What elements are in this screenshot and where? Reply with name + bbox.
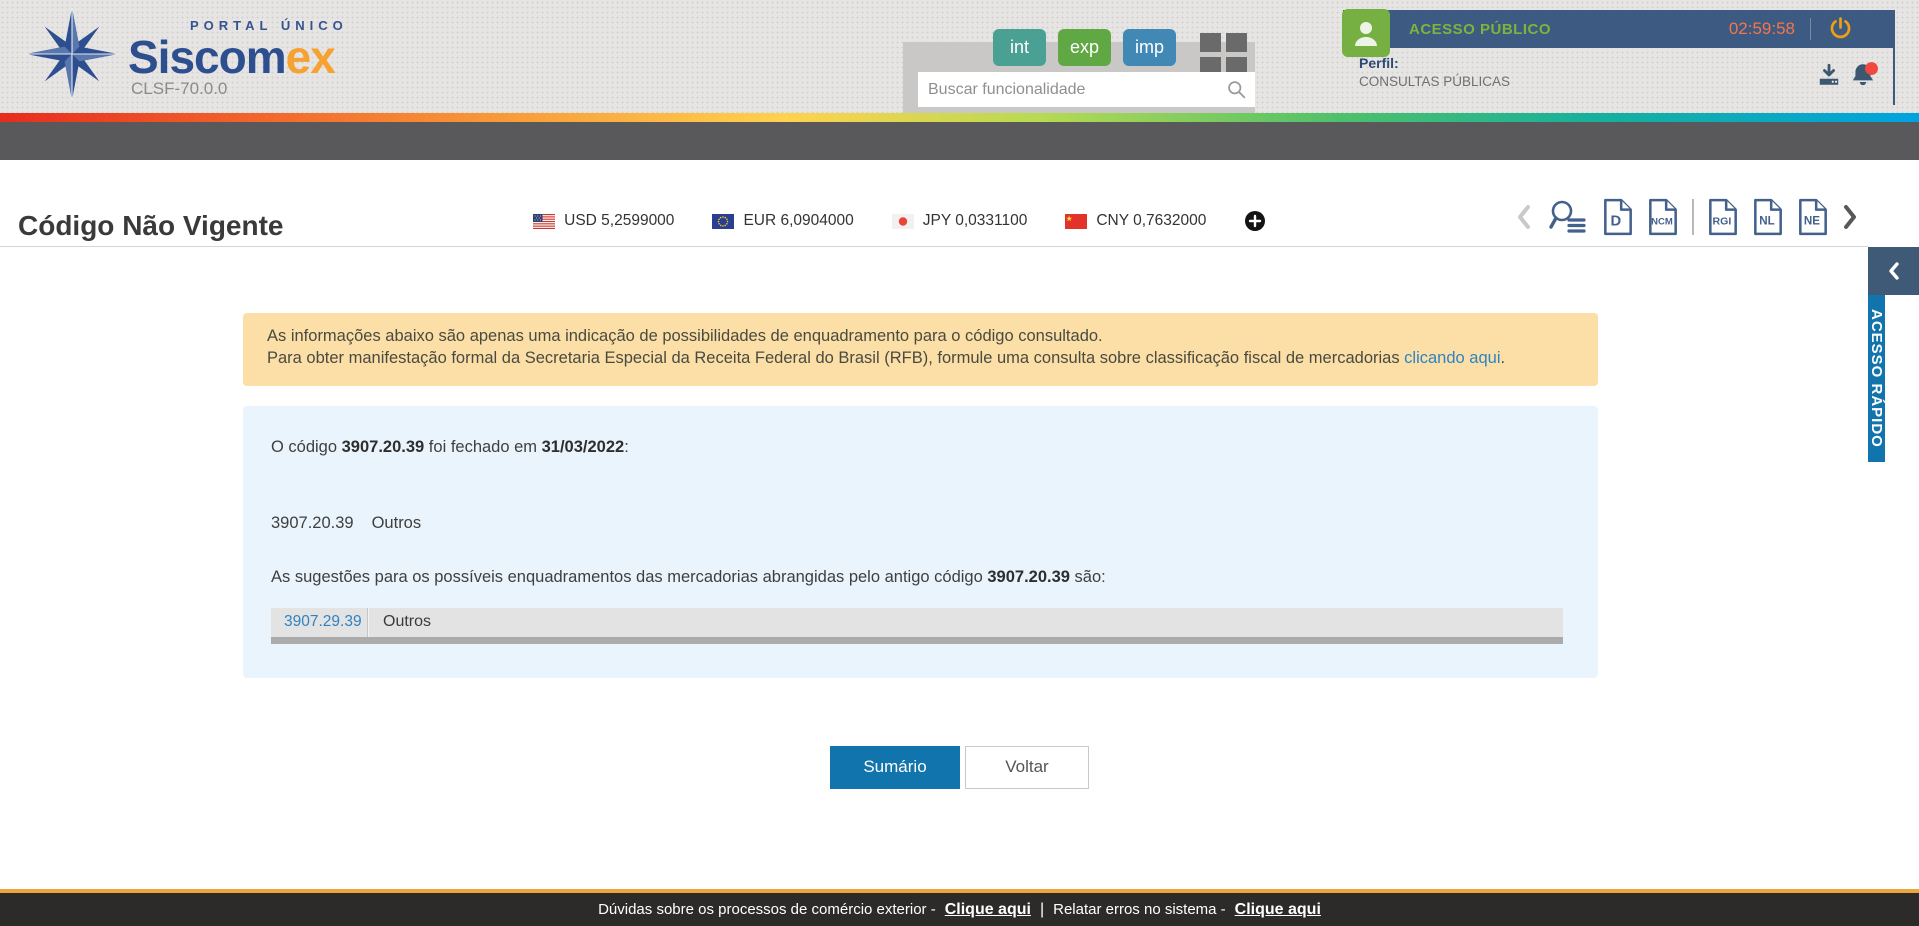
old-code-desc: Outros xyxy=(371,513,422,532)
imp-button[interactable]: imp xyxy=(1123,29,1176,66)
svg-text:NCM: NCM xyxy=(1651,216,1673,227)
main-navbar xyxy=(0,122,1919,160)
closed-code-line: O código 3907.20.39 foi fechado em 31/03… xyxy=(271,437,629,456)
divider: | xyxy=(1039,900,1045,918)
back-button[interactable]: Voltar xyxy=(965,745,1089,789)
quick-access-tab[interactable]: ACESSO RÁPIDO xyxy=(1868,295,1885,462)
doc-ncm-icon[interactable]: NCM xyxy=(1647,198,1679,236)
brand-name: Siscomex xyxy=(128,31,336,83)
search-results-icon[interactable] xyxy=(1545,198,1589,236)
closed-date: 31/03/2022 xyxy=(541,437,625,456)
main-content: Código Não Vigente USD 5,2599000 EUR 6,0… xyxy=(0,160,1919,889)
alert-line1: As informações abaixo são apenas uma ind… xyxy=(267,327,1103,345)
footer-help-link[interactable]: Clique aqui xyxy=(945,901,1031,919)
profile-value: CONSULTAS PÚBLICAS xyxy=(1359,74,1511,89)
divider xyxy=(1692,199,1694,235)
currency-cny[interactable]: CNY 0,7632000 xyxy=(1065,212,1206,230)
search-box xyxy=(918,72,1255,107)
svg-text:NL: NL xyxy=(1759,214,1774,227)
old-code-line: 3907.20.39 Outros xyxy=(271,514,1568,533)
old-code: 3907.20.39 xyxy=(271,513,354,532)
exp-button[interactable]: exp xyxy=(1058,29,1111,66)
suggestion-row: 3907.29.39 Outros xyxy=(271,607,1563,644)
alert-line2: Para obter manifestação formal da Secret… xyxy=(267,348,1506,367)
currency-usd[interactable]: USD 5,2599000 xyxy=(533,212,674,230)
doc-d-icon[interactable]: D xyxy=(1602,198,1634,236)
suggestion-code-link[interactable]: 3907.29.39 xyxy=(284,613,362,630)
notifications-bell-icon[interactable] xyxy=(1849,60,1879,90)
currency-eur[interactable]: EUR 6,0904000 xyxy=(712,212,854,230)
svg-text:NE: NE xyxy=(1804,214,1820,227)
quick-access-panel: ACESSO RÁPIDO xyxy=(1868,247,1919,462)
siscomex-logo[interactable]: PORTAL ÚNICO Siscomex CLSF-70.0.0 xyxy=(26,4,348,104)
search-icon[interactable] xyxy=(1226,79,1247,100)
app-footer: Dúvidas sobre os processos de comércio e… xyxy=(0,889,1919,926)
user-profile-section: Perfil: CONSULTAS PÚBLICAS xyxy=(1343,48,1895,105)
svg-text:D: D xyxy=(1611,213,1622,229)
currency-eur-value: EUR 6,0904000 xyxy=(743,212,854,229)
footer-report-link[interactable]: Clique aqui xyxy=(1235,901,1321,919)
document-icon-toolbar: D NCM RGI NL NE xyxy=(1516,198,1858,246)
add-currency-icon[interactable] xyxy=(1244,210,1266,232)
closed-code: 3907.20.39 xyxy=(341,437,425,456)
currency-cny-value: CNY 0,7632000 xyxy=(1096,212,1207,229)
quick-access-collapse-icon[interactable] xyxy=(1868,247,1919,295)
suggestion-code-cell: 3907.29.39 xyxy=(271,613,367,631)
page-toolbar: Código Não Vigente USD 5,2599000 EUR 6,0… xyxy=(0,160,1868,247)
app-header: PORTAL ÚNICO Siscomex CLSF-70.0.0 int ex… xyxy=(0,0,1919,113)
rainbow-divider xyxy=(0,113,1919,122)
apps-grid-icon[interactable] xyxy=(1200,33,1247,76)
currency-usd-value: USD 5,2599000 xyxy=(564,212,675,229)
suggestion-desc-cell: Outros xyxy=(383,613,432,631)
doc-ne-icon[interactable]: NE xyxy=(1797,198,1829,236)
us-flag-icon xyxy=(533,213,556,229)
action-buttons: Sumário Voltar xyxy=(0,745,1919,789)
session-timer: 02:59:58 xyxy=(1728,19,1795,38)
divider xyxy=(1810,18,1811,40)
chevron-left-icon[interactable] xyxy=(1516,204,1532,230)
doc-nl-icon[interactable]: NL xyxy=(1752,198,1784,236)
result-panel: O código 3907.20.39 foi fechado em 31/03… xyxy=(243,405,1598,678)
footer-question2: Relatar erros no sistema - xyxy=(1053,901,1226,918)
summary-button[interactable]: Sumário xyxy=(830,745,960,789)
user-bar: ACESSO PÚBLICO 02:59:58 xyxy=(1342,9,1895,57)
chevron-right-icon[interactable] xyxy=(1842,204,1858,230)
profile-label: Perfil: xyxy=(1359,55,1399,71)
jp-flag-icon xyxy=(891,213,914,229)
logout-power-icon[interactable] xyxy=(1828,16,1853,44)
access-level-label: ACESSO PÚBLICO xyxy=(1409,20,1552,38)
currency-jpy-value: JPY 0,0331100 xyxy=(922,212,1028,229)
clicando-aqui-link[interactable]: clicando aqui xyxy=(1404,349,1500,367)
info-alert: As informações abaixo são apenas uma ind… xyxy=(243,313,1598,386)
int-button[interactable]: int xyxy=(993,29,1046,66)
suggestion-line: As sugestões para os possíveis enquadram… xyxy=(271,567,1106,586)
currency-bar: USD 5,2599000 EUR 6,0904000 JPY 0,033110… xyxy=(284,210,1517,246)
compass-star-icon xyxy=(26,8,118,100)
search-input[interactable] xyxy=(918,72,1255,107)
currency-jpy[interactable]: JPY 0,0331100 xyxy=(891,212,1028,230)
cn-flag-icon xyxy=(1065,213,1088,229)
user-panel: ACESSO PÚBLICO 02:59:58 Perfil: CONSULTA… xyxy=(1342,9,1895,105)
page-title: Código Não Vigente xyxy=(18,210,284,241)
eu-flag-icon xyxy=(712,213,735,229)
download-icon[interactable] xyxy=(1816,60,1842,90)
doc-rgi-icon[interactable]: RGI xyxy=(1707,198,1739,236)
svg-text:RGI: RGI xyxy=(1713,215,1732,227)
footer-question1: Dúvidas sobre os processos de comércio e… xyxy=(598,901,936,918)
suggestion-code-ref: 3907.20.39 xyxy=(987,567,1070,586)
